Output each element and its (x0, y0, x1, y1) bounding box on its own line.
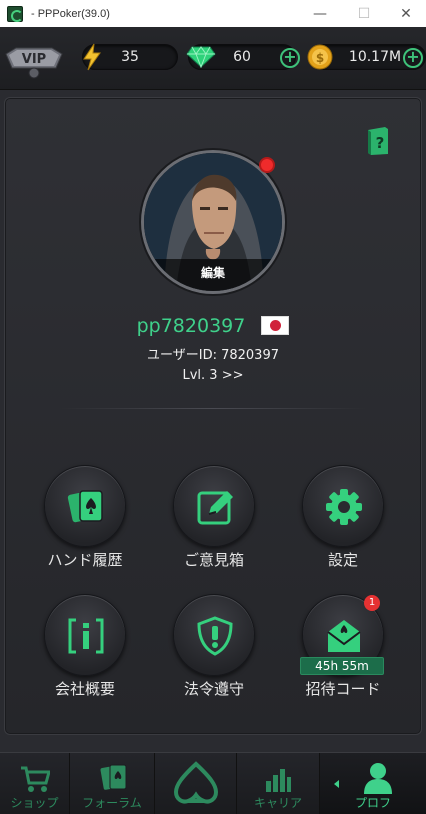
company-info-label: 会社概要 (54, 680, 115, 698)
nav-career[interactable]: キャリア (237, 753, 320, 814)
help-book-icon[interactable]: ? (365, 126, 391, 156)
nav-shop[interactable]: ショップ (0, 753, 70, 814)
minimize-button[interactable]: — (298, 0, 342, 27)
nav-career-label: キャリア (253, 796, 302, 810)
gear-icon (326, 489, 362, 525)
avatar-notification-dot (259, 157, 275, 173)
compliance-label: 法令遵守 (183, 680, 244, 698)
bottom-nav: ショップ フォーラム キャリア プロフ (0, 752, 426, 814)
window-title: - PPPoker(39.0) (31, 7, 110, 20)
add-coins-button[interactable]: + (403, 48, 423, 68)
username-row: pp7820397 (0, 314, 426, 337)
gems-value: 60 (233, 49, 251, 65)
invite-badge: 1 (364, 595, 380, 611)
company-info-button[interactable] (44, 594, 126, 676)
compliance-button[interactable] (173, 594, 255, 676)
nav-forum-label: フォーラム (82, 796, 142, 810)
divider (60, 408, 366, 409)
cards-icon (67, 490, 103, 523)
shield-alert-icon (197, 616, 233, 656)
resource-bar: VIP 35 60 + 10.17M $ + (0, 27, 426, 90)
user-id: ユーザーID: 7820397 (147, 348, 279, 363)
svg-text:$: $ (316, 51, 324, 65)
info-icon (68, 618, 104, 654)
window-titlebar: - PPPoker(39.0) — ☐ ✕ (0, 0, 426, 27)
close-button[interactable]: ✕ (384, 0, 426, 27)
feedback-button[interactable] (173, 465, 255, 547)
username: pp7820397 (136, 314, 246, 337)
chart-bars-icon (266, 769, 291, 792)
spade-logo-icon (173, 761, 219, 804)
nav-home[interactable] (155, 753, 237, 814)
feedback-label: ご意見箱 (183, 551, 244, 569)
lightning-icon (83, 43, 101, 71)
coins-value: 10.17M (348, 49, 402, 65)
settings-button[interactable] (302, 465, 384, 547)
settings-label: 設定 (327, 551, 358, 569)
pppoker-app-icon (7, 5, 23, 22)
nav-profile-label: プロフ (354, 796, 391, 810)
svg-text:?: ? (376, 134, 385, 152)
level-link[interactable]: Lvl. 3 >> (0, 368, 426, 383)
forum-cards-icon (100, 764, 127, 790)
feedback-edit-icon (197, 491, 233, 525)
nav-forum[interactable]: フォーラム (70, 753, 155, 814)
invite-code-label: 招待コード (305, 680, 381, 698)
coin-icon: $ (307, 44, 333, 70)
energy-value: 35 (121, 49, 139, 65)
hand-history-button[interactable] (44, 465, 126, 547)
hand-history-label: ハンド履歴 (47, 551, 123, 569)
vip-badge[interactable]: VIP (4, 40, 64, 80)
invite-timer: 45h 55m (300, 657, 384, 675)
invite-envelope-icon (327, 620, 361, 652)
gem-icon (186, 46, 216, 68)
profile-user-icon (364, 763, 392, 794)
edit-avatar-label[interactable]: 編集 (144, 259, 282, 291)
cart-icon (21, 766, 50, 792)
vip-label: VIP (22, 52, 46, 67)
add-gems-button[interactable]: + (280, 48, 300, 68)
nav-shop-label: ショップ (10, 796, 59, 810)
japan-flag-icon (261, 316, 290, 335)
maximize-button[interactable]: ☐ (342, 0, 386, 27)
nav-active-arrow-icon (334, 780, 339, 788)
